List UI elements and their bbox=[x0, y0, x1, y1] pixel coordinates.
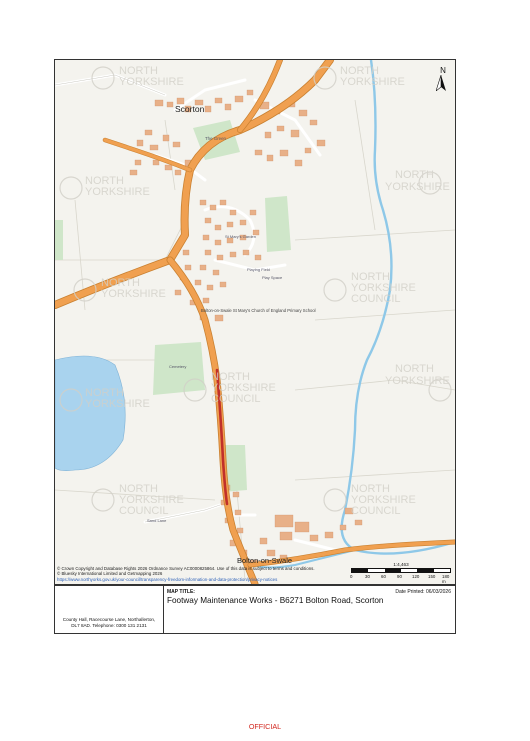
label-bolton: Bolton-on-Swale bbox=[237, 556, 292, 565]
privacy-link[interactable]: https://www.northyorks.gov.uk/your-counc… bbox=[57, 577, 357, 582]
scale-labels: 0 30 60 90 120 150 180 m bbox=[350, 573, 451, 584]
label-playing-field: Playing Field bbox=[247, 267, 270, 272]
scale-tick-label: 0 bbox=[350, 574, 353, 579]
label-play-space: Play Space bbox=[262, 275, 283, 280]
green-area-park bbox=[265, 196, 291, 252]
address-line-2: DL7 8AD. Telephone: 0300 131 2131 bbox=[71, 623, 147, 628]
label-lane: Sand Lane bbox=[147, 518, 167, 523]
title-block-logo-panel: County Hall, Racecourse Lane, Northaller… bbox=[55, 586, 164, 633]
scale-tick-label: 60 bbox=[381, 574, 386, 579]
watermark-line-3: COUNCIL bbox=[351, 293, 401, 305]
copyright-notice: © Crown Copyright and Database Rights 20… bbox=[57, 566, 357, 582]
watermark-line-1: NORTH bbox=[395, 363, 434, 375]
scale-bar: 1:4,463 0 30 60 90 120 150 180 m bbox=[350, 562, 451, 584]
council-address: County Hall, Racecourse Lane, Northaller… bbox=[58, 617, 160, 629]
watermark-line-1: NORTH bbox=[395, 169, 434, 181]
map-canvas[interactable]: NORTH YORKSHIRE NORTH YORKSHIRE NORTH YO… bbox=[55, 60, 455, 584]
scale-tick-label: 90 bbox=[397, 574, 402, 579]
classification-label: OFFICIAL bbox=[248, 722, 282, 731]
title-block-details: MAP TITLE: Date Printed: 06/03/2026 Foot… bbox=[164, 586, 455, 633]
label-cemetery: Cemetery bbox=[169, 364, 186, 369]
watermark-line-3: COUNCIL bbox=[351, 505, 401, 517]
label-school: Bolton-on-Swale St Mary's Church of Engl… bbox=[201, 308, 316, 313]
map-title: Footway Maintenance Works - B6271 Bolton… bbox=[167, 596, 384, 605]
scale-ratio: 1:4,463 bbox=[393, 562, 409, 567]
watermark-line-2: YORKSHIRE bbox=[85, 186, 150, 198]
watermark-line-2: YORKSHIRE bbox=[340, 76, 405, 88]
scale-tick-label: 180 m bbox=[442, 574, 450, 584]
label-the-green: The Green bbox=[205, 136, 227, 141]
watermark-line-2: YORKSHIRE bbox=[101, 288, 166, 300]
label-garden: St Mary's Garden bbox=[225, 234, 256, 239]
watermark-line-3: COUNCIL bbox=[119, 505, 169, 517]
watermark-line-3: COUNCIL bbox=[211, 393, 261, 405]
map-frame[interactable]: NORTH YORKSHIRE NORTH YORKSHIRE NORTH YO… bbox=[54, 59, 456, 585]
watermark-line-2: YORKSHIRE bbox=[119, 76, 184, 88]
date-printed: Date Printed: 06/03/2026 bbox=[395, 589, 451, 595]
scale-tick-label: 30 bbox=[365, 574, 370, 579]
scale-tick-label: 120 bbox=[412, 574, 420, 579]
north-arrow-icon bbox=[436, 75, 446, 91]
label-scorton: Scorton bbox=[175, 104, 205, 114]
watermark-line-2: YORKSHIRE bbox=[385, 375, 450, 387]
watermark-line-2: YORKSHIRE bbox=[385, 181, 450, 193]
green-area-west bbox=[55, 220, 63, 260]
north-label: N bbox=[440, 66, 446, 75]
map-title-label: MAP TITLE: bbox=[167, 589, 195, 595]
title-block: County Hall, Racecourse Lane, Northaller… bbox=[54, 585, 456, 634]
watermark-line-2: YORKSHIRE bbox=[85, 398, 150, 410]
scale-tick-label: 150 bbox=[428, 574, 436, 579]
north-arrow: N bbox=[436, 66, 450, 91]
